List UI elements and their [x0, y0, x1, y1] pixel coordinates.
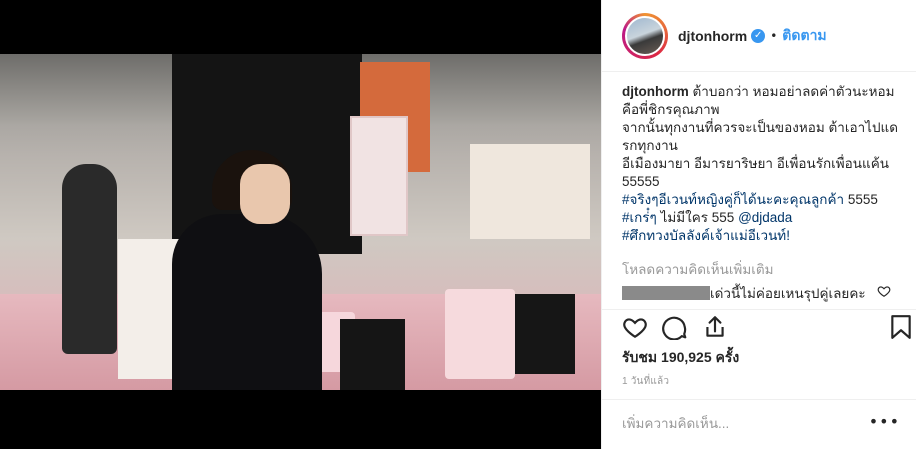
caption-line: #จริงๆอีเวนท์หญิงคู่ก็ได้นะคะคุณลูกค้า 5…	[622, 191, 907, 209]
comment-text: เด่วนี้ไม่ค่อยเหนรุปคู่เลยคะ	[710, 286, 866, 301]
video-scene-woman-face	[240, 164, 290, 224]
header-separator: •	[770, 28, 778, 43]
view-count[interactable]: รับชม 190,925 ครั้ง	[622, 347, 739, 369]
mention-link[interactable]: @djdada	[738, 210, 792, 225]
follow-button[interactable]: ติดตาม	[782, 25, 826, 47]
caption-username[interactable]: djtonhorm	[622, 84, 689, 99]
hashtag-link[interactable]: #เกร่๋ๆ	[622, 210, 657, 225]
avatar-story-ring[interactable]	[622, 12, 668, 59]
caption-text: 5555	[844, 192, 878, 207]
divider	[602, 399, 916, 400]
load-more-comments-link[interactable]: โหลดความคิดเห็นเพิ่มเติม	[622, 258, 774, 280]
caption-line: อีเมืองมายา อีมารยาริษยา อีเพื่อนรักเพื่…	[622, 156, 889, 171]
caption-line: #ศึกทวงบัลลังค์เจ้าแม่อีเวนท์!	[622, 227, 907, 245]
hashtag-link[interactable]: #ศึกทวงบัลลังค์เจ้าแม่อีเวนท์!	[622, 228, 790, 243]
video-player[interactable]	[0, 54, 601, 390]
redacted-commenter-name	[622, 286, 710, 300]
caption-line: djtonhorm ต้าบอกว่า หอมอย่าลดค่าตัวนะหอม	[622, 83, 907, 101]
comment-item: เด่วนี้ไม่ค่อยเหนรุปคู่เลยคะ	[622, 284, 907, 302]
header-username[interactable]: djtonhorm	[678, 28, 747, 44]
share-icon[interactable]	[702, 314, 728, 340]
post-caption: djtonhorm ต้าบอกว่า หอมอย่าลดค่าตัวนะหอม…	[622, 83, 907, 245]
video-scene-shelf	[470, 144, 590, 239]
video-scene-woman-body	[172, 214, 322, 390]
video-scene-chair	[515, 294, 575, 374]
media-panel	[0, 0, 601, 449]
avatar[interactable]	[625, 15, 665, 56]
video-scene-chair	[340, 319, 405, 390]
comment-icon[interactable]	[662, 314, 688, 340]
caption-line: จากนั้นทุกงานที่ควรจะเป็นของหอม ต้าเอาไป…	[622, 120, 898, 135]
bookmark-icon[interactable]	[890, 314, 912, 340]
caption-text: ต้าบอกว่า หอมอย่าลดค่าตัวนะหอม	[688, 84, 895, 99]
post-header: djtonhorm ✓ • ติดตาม	[602, 0, 916, 72]
more-options-icon[interactable]: •••	[869, 412, 900, 431]
comment-like-heart-icon[interactable]	[877, 284, 891, 298]
caption-text: ไม่มีใคร 555	[656, 210, 739, 225]
video-scene-background-person	[62, 164, 117, 354]
caption-line: คือพี่ชิกรคุณภาพ	[622, 102, 720, 117]
caption-line: #เกร่๋ๆ ไม่มีใคร 555 @djdada	[622, 209, 907, 227]
caption-line: 55555	[622, 174, 660, 189]
video-scene-poster	[350, 116, 408, 236]
video-scene-table	[445, 289, 515, 379]
add-comment-input[interactable]: เพิ่มความคิดเห็น...	[622, 412, 729, 434]
verified-badge-icon: ✓	[751, 28, 766, 43]
post-side-panel: djtonhorm ✓ • ติดตาม djtonhorm ต้าบอกว่า…	[601, 0, 916, 449]
post-actions-bar	[622, 314, 912, 342]
post-timestamp[interactable]: 1 วันที่แล้ว	[622, 374, 669, 389]
heart-icon[interactable]	[622, 314, 648, 340]
hashtag-link[interactable]: #จริงๆอีเวนท์หญิงคู่ก็ได้นะคะคุณลูกค้า	[622, 192, 844, 207]
caption-line: รกทุกงาน	[622, 138, 678, 153]
divider	[602, 309, 916, 310]
